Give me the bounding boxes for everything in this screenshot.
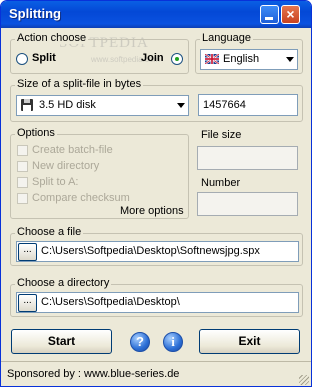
- split-bytes-input[interactable]: 1457664: [198, 94, 298, 116]
- file-size-field: [197, 146, 298, 170]
- start-button[interactable]: Start: [11, 329, 112, 354]
- choose-directory-label: Choose a directory: [15, 277, 112, 289]
- options-label: Options: [15, 127, 57, 139]
- file-size-label: File size: [201, 129, 242, 141]
- resize-grip-icon[interactable]: [299, 375, 309, 385]
- directory-path-input[interactable]: ... C:\Users\Softpedia\Desktop\: [16, 292, 299, 313]
- choose-directory-group: Choose a directory ... C:\Users\Softpedi…: [10, 277, 303, 317]
- join-radio[interactable]: [171, 53, 183, 65]
- number-field: [197, 192, 298, 216]
- disk-size-value: 3.5 HD disk: [39, 99, 96, 111]
- split-size-label: Size of a split-file in bytes: [15, 78, 144, 90]
- split-bytes-value: 1457664: [203, 99, 246, 111]
- browse-directory-button[interactable]: ...: [18, 294, 37, 312]
- compare-checksum-checkbox[interactable]: [17, 193, 28, 204]
- action-choose-label: Action choose: [15, 32, 89, 44]
- split-to-a-checkbox[interactable]: [17, 177, 28, 188]
- new-directory-checkbox[interactable]: [17, 161, 28, 172]
- splitting-window: Splitting × SOFTPEDIA www.softpedia.com …: [0, 0, 312, 387]
- action-choose-group: Action choose Split Join: [10, 32, 189, 74]
- help-icon[interactable]: ?: [130, 332, 150, 352]
- split-size-group: Size of a split-file in bytes 3.5 HD dis…: [10, 78, 303, 122]
- new-directory-label: New directory: [32, 160, 100, 172]
- language-value: English: [223, 53, 260, 65]
- exit-button[interactable]: Exit: [199, 329, 300, 354]
- directory-path-value: C:\Users\Softpedia\Desktop\: [41, 296, 180, 308]
- language-select[interactable]: English: [200, 49, 298, 70]
- join-radio-label[interactable]: Join: [141, 52, 164, 64]
- minimize-button[interactable]: [260, 5, 279, 24]
- create-batch-file-label: Create batch-file: [32, 144, 113, 156]
- options-group: Options Create batch-file New directory …: [10, 127, 189, 219]
- sponsor-text: Sponsored by : www.blue-series.de: [7, 368, 180, 380]
- more-options-link[interactable]: More options: [120, 205, 184, 217]
- browse-file-button[interactable]: ...: [18, 243, 37, 261]
- uk-flag-icon: [204, 53, 220, 65]
- chevron-down-icon[interactable]: [177, 103, 185, 108]
- close-button[interactable]: ×: [281, 5, 300, 24]
- create-batch-file-checkbox[interactable]: [17, 145, 28, 156]
- language-group: Language English: [195, 32, 303, 74]
- file-path-value: C:\Users\Softpedia\Desktop\Softnewsjpg.s…: [41, 245, 260, 257]
- choose-file-label: Choose a file: [15, 226, 84, 238]
- language-label: Language: [200, 32, 253, 44]
- chevron-down-icon[interactable]: [286, 57, 294, 62]
- title-bar[interactable]: Splitting ×: [1, 1, 311, 28]
- choose-file-group: Choose a file ... C:\Users\Softpedia\Des…: [10, 226, 303, 266]
- compare-checksum-label: Compare checksum: [32, 192, 130, 204]
- disk-size-select[interactable]: 3.5 HD disk: [16, 95, 189, 116]
- info-icon[interactable]: i: [163, 332, 183, 352]
- split-radio-label[interactable]: Split: [32, 52, 56, 64]
- window-title: Splitting: [9, 6, 61, 21]
- floppy-disk-icon: [21, 99, 33, 111]
- split-radio[interactable]: [16, 53, 28, 65]
- split-to-a-label: Split to A:: [32, 176, 79, 188]
- status-bar: Sponsored by : www.blue-series.de: [1, 361, 311, 386]
- number-label: Number: [201, 177, 241, 189]
- file-path-input[interactable]: ... C:\Users\Softpedia\Desktop\Softnewsj…: [16, 241, 299, 262]
